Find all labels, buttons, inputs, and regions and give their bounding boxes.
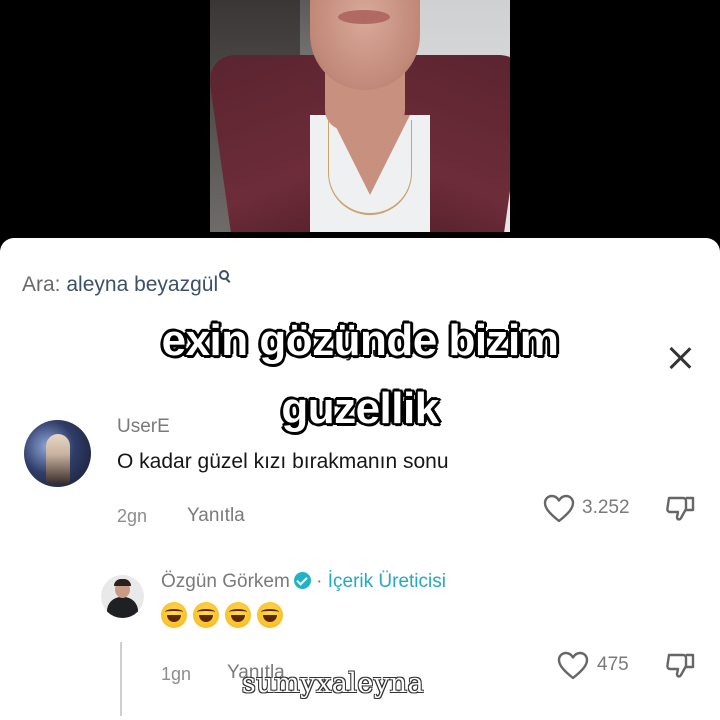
- search-term[interactable]: aleyna beyazgül: [66, 273, 218, 296]
- dislike-icon[interactable]: [664, 494, 696, 524]
- comment-time: 2gn: [117, 506, 148, 526]
- dislike-icon[interactable]: [664, 651, 696, 681]
- laugh-cry-icon: [161, 602, 187, 628]
- verified-icon: [293, 572, 311, 589]
- lips: [338, 10, 390, 24]
- avatar[interactable]: [101, 575, 144, 618]
- reply-username-row: Özgün Görkem · İçerik Üreticisi: [161, 571, 446, 593]
- laugh-cry-icon: [257, 602, 283, 628]
- laugh-cry-icon: [193, 602, 219, 628]
- caption-line-2: guzellik: [281, 384, 439, 433]
- separator-dot: ·: [316, 571, 323, 592]
- avatar-hair: [114, 579, 131, 586]
- watermark: sumyxaleyna: [241, 668, 425, 699]
- search-icon[interactable]: [219, 270, 230, 281]
- caption-line-1: exin gözünde bizim: [161, 316, 559, 365]
- comment-emoji: [161, 602, 289, 633]
- video-frame: [210, 0, 510, 232]
- creator-badge: İçerik Üreticisi: [327, 571, 446, 592]
- avatar-figure: [46, 434, 70, 484]
- reply-button[interactable]: Yanıtla: [187, 505, 245, 527]
- comment-username[interactable]: Özgün Görkem: [161, 571, 290, 592]
- comment-text: O kadar güzel kızı bırakmanın sonu: [117, 450, 449, 473]
- search-suggestion[interactable]: Ara: aleyna beyazgül: [22, 270, 230, 297]
- avatar-body: [107, 597, 138, 618]
- necklace: [328, 120, 412, 215]
- comment-sheet: Ara: aleyna beyazgül 170 yorum UserE O k…: [0, 238, 720, 720]
- heart-icon[interactable]: [543, 494, 575, 524]
- like-count: 3.252: [582, 497, 630, 518]
- search-prefix: Ara:: [22, 273, 61, 296]
- laugh-cry-icon: [225, 602, 251, 628]
